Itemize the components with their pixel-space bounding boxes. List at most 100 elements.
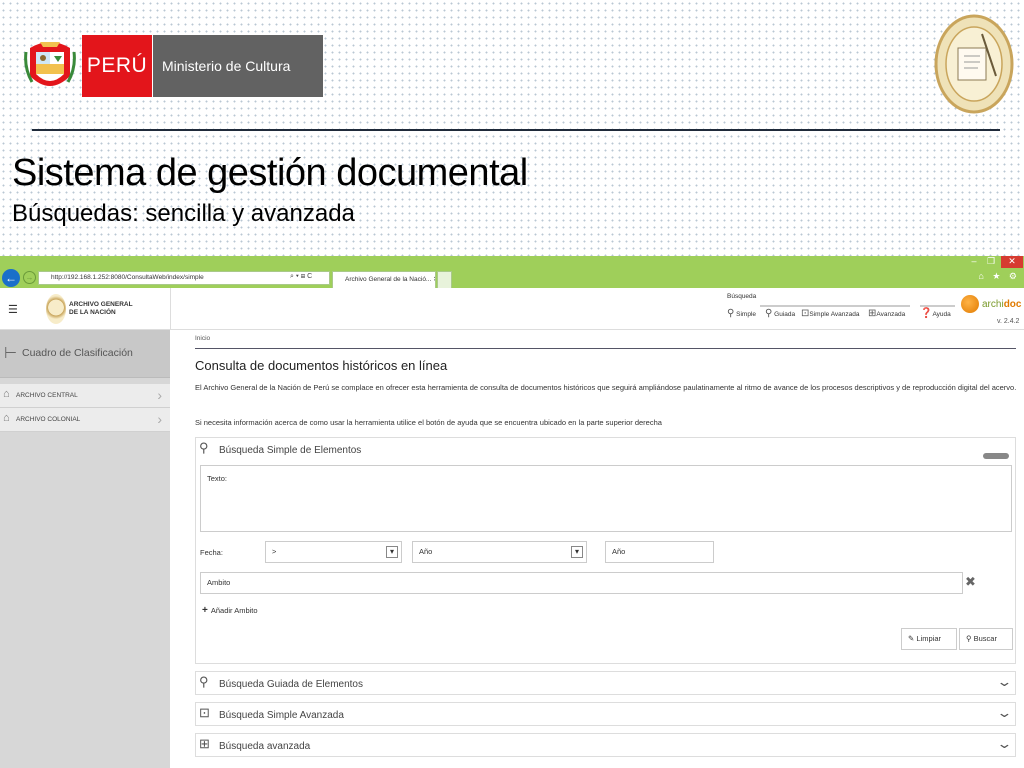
address-bar: ← → http://192.168.1.252:8080/ConsultaWe… bbox=[0, 268, 1024, 288]
search-mode-simple-avanzada-label: Simple Avanzada bbox=[809, 311, 860, 318]
maximize-button[interactable]: ❐ bbox=[983, 256, 999, 268]
guided-search-icon: ⚲ bbox=[199, 674, 209, 689]
year-select-value: Año bbox=[419, 547, 433, 556]
simple-search-title[interactable]: Búsqueda Simple de Elementos bbox=[219, 445, 361, 456]
busqueda-underline bbox=[760, 305, 910, 307]
year-input-value: Año bbox=[612, 547, 626, 556]
plus-icon: + bbox=[202, 605, 208, 616]
text-field-label: Texto: bbox=[207, 474, 228, 483]
peru-brand-block: PERÚ bbox=[82, 35, 152, 97]
search-label: Buscar bbox=[973, 634, 997, 643]
sidebar-item-archivo-colonial[interactable]: ⌂ ARCHIVO COLONIAL › bbox=[0, 408, 170, 432]
search-mode-simple-label: Simple bbox=[736, 311, 757, 318]
page-description: El Archivo General de la Nación de Perú … bbox=[195, 383, 1017, 392]
add-ambito-label: Añadir Ambito bbox=[210, 606, 258, 615]
remove-ambito-icon[interactable]: ✖ bbox=[965, 574, 976, 590]
slide-subtitle: Búsquedas: sencilla y avanzada bbox=[12, 200, 355, 227]
chevron-down-icon: ⌄ bbox=[996, 674, 1013, 689]
header-divider bbox=[32, 129, 1000, 131]
text-search-field[interactable]: Texto: bbox=[200, 465, 1012, 532]
help-button[interactable]: ❓Ayuda bbox=[920, 308, 951, 319]
year-input[interactable]: Año bbox=[605, 541, 714, 563]
clear-button[interactable]: ✎ Limpiar bbox=[901, 628, 957, 650]
back-arrow-icon[interactable]: ← bbox=[2, 269, 20, 287]
search-icon: ⚲ bbox=[966, 634, 972, 643]
search-mode-avanzada-label: Avanzada bbox=[876, 311, 906, 318]
simple-search-panel: ⚲ Búsqueda Simple de Elementos Texto: Fe… bbox=[195, 437, 1016, 664]
search-icon: ⚲ bbox=[727, 308, 735, 319]
date-label: Fecha: bbox=[200, 548, 223, 557]
chevron-down-icon: ▾ bbox=[571, 546, 583, 558]
search-mode-simple-avanzada[interactable]: ⊡Simple Avanzada bbox=[801, 308, 860, 319]
browser-tab[interactable]: Archivo General de la Nació... ✕ bbox=[332, 271, 436, 288]
help-icon: ❓ bbox=[920, 308, 933, 319]
close-button[interactable]: ✕ bbox=[1001, 256, 1023, 268]
ayuda-underline bbox=[920, 305, 955, 307]
search-mode-simple[interactable]: ⚲ Simple bbox=[727, 308, 756, 319]
slide-title: Sistema de gestión documental bbox=[12, 152, 528, 194]
collapse-button[interactable] bbox=[983, 453, 1009, 459]
sidebar-header-label: Cuadro de Clasificación bbox=[22, 347, 133, 359]
date-operator-value: > bbox=[272, 547, 277, 556]
brand-prefix: archi bbox=[982, 299, 1004, 310]
help-label: Ayuda bbox=[932, 311, 951, 318]
url-input[interactable]: http://192.168.1.252:8080/ConsultaWeb/in… bbox=[38, 271, 330, 285]
browser-toolbar-icons[interactable]: ⌂ ★ ⚙ bbox=[978, 271, 1020, 282]
sidebar-item-label: ARCHIVO CENTRAL bbox=[16, 392, 78, 399]
archivo-logo-icon bbox=[46, 294, 66, 324]
org-name-line1: ARCHIVO GENERAL bbox=[69, 301, 133, 308]
home-icon: ⌂ bbox=[3, 412, 10, 424]
chevron-right-icon: › bbox=[157, 411, 162, 427]
page-title: Consulta de documentos históricos en lín… bbox=[195, 358, 448, 373]
chevron-down-icon: ⌄ bbox=[996, 736, 1013, 751]
sidebar-toggle-icon[interactable]: › bbox=[173, 550, 178, 566]
forward-arrow-icon[interactable]: → bbox=[23, 271, 36, 284]
org-name: ARCHIVO GENERAL DE LA NACIÓN bbox=[69, 301, 133, 317]
accordion-label: Búsqueda avanzada bbox=[219, 741, 311, 752]
menu-icon[interactable]: ☰ bbox=[8, 303, 18, 316]
help-note: Si necesita información acerca de como u… bbox=[195, 418, 662, 427]
eraser-icon: ✎ bbox=[908, 634, 915, 643]
archivo-general-seal-icon bbox=[934, 14, 1014, 114]
header-divider-vertical bbox=[170, 288, 171, 330]
browser-titlebar: – ❐ ✕ bbox=[0, 256, 1024, 268]
year-select[interactable]: Año ▾ bbox=[412, 541, 587, 563]
add-ambito-button[interactable]: + Añadir Ambito bbox=[202, 605, 258, 616]
date-operator-select[interactable]: > ▾ bbox=[265, 541, 402, 563]
tree-icon: ⊢ bbox=[4, 345, 18, 362]
search-icon: ⚲ bbox=[199, 440, 209, 455]
busqueda-label: Búsqueda bbox=[727, 293, 757, 300]
new-tab-button[interactable] bbox=[437, 271, 452, 288]
org-name-line2: DE LA NACIÓN bbox=[69, 309, 116, 316]
breadcrumb[interactable]: Inicio bbox=[195, 335, 210, 342]
archidoc-brand: archidoc bbox=[982, 299, 1021, 310]
chevron-down-icon: ▾ bbox=[386, 546, 398, 558]
accordion-guided-search[interactable]: ⚲ Búsqueda Guiada de Elementos ⌄ bbox=[195, 671, 1016, 695]
search-mode-guiada-label: Guiada bbox=[774, 311, 796, 318]
search-mode-guiada[interactable]: ⚲ Guiada bbox=[765, 308, 795, 319]
sidebar-item-archivo-central[interactable]: ⌂ ARCHIVO CENTRAL › bbox=[0, 384, 170, 408]
version-label: v. 2.4.2 bbox=[997, 318, 1020, 325]
chevron-down-icon: ⌄ bbox=[996, 705, 1013, 720]
ambito-field[interactable]: Ambito bbox=[200, 572, 963, 594]
accordion-simple-advanced-search[interactable]: ⊡ Búsqueda Simple Avanzada ⌄ bbox=[195, 702, 1016, 726]
clear-label: Limpiar bbox=[916, 634, 941, 643]
breadcrumb-divider bbox=[195, 348, 1016, 349]
accordion-label: Búsqueda Guiada de Elementos bbox=[219, 679, 363, 690]
accordion-advanced-search[interactable]: ⊞ Búsqueda avanzada ⌄ bbox=[195, 733, 1016, 757]
archidoc-logo-icon bbox=[961, 295, 979, 313]
browser-window: – ❐ ✕ ← → http://192.168.1.252:8080/Cons… bbox=[0, 256, 1024, 768]
advanced-simple-search-icon: ⊡ bbox=[199, 705, 210, 720]
ministerio-brand-block: Ministerio de Cultura bbox=[153, 35, 323, 97]
accordion-label: Búsqueda Simple Avanzada bbox=[219, 710, 344, 721]
guided-search-icon: ⚲ bbox=[765, 308, 773, 319]
brand-suffix: doc bbox=[1003, 299, 1022, 310]
url-tools[interactable]: ⌕ ▾ ⊞ C bbox=[290, 271, 312, 283]
search-button[interactable]: ⚲ Buscar bbox=[959, 628, 1013, 650]
home-icon: ⌂ bbox=[3, 388, 10, 400]
minimize-button[interactable]: – bbox=[966, 256, 982, 268]
sidebar-item-cuadro-clasificacion[interactable]: ⊢ Cuadro de Clasificación bbox=[0, 330, 170, 378]
search-mode-avanzada[interactable]: ⊞Avanzada bbox=[868, 308, 905, 319]
peru-coat-of-arms-icon bbox=[24, 42, 76, 86]
chevron-right-icon: › bbox=[157, 387, 162, 403]
